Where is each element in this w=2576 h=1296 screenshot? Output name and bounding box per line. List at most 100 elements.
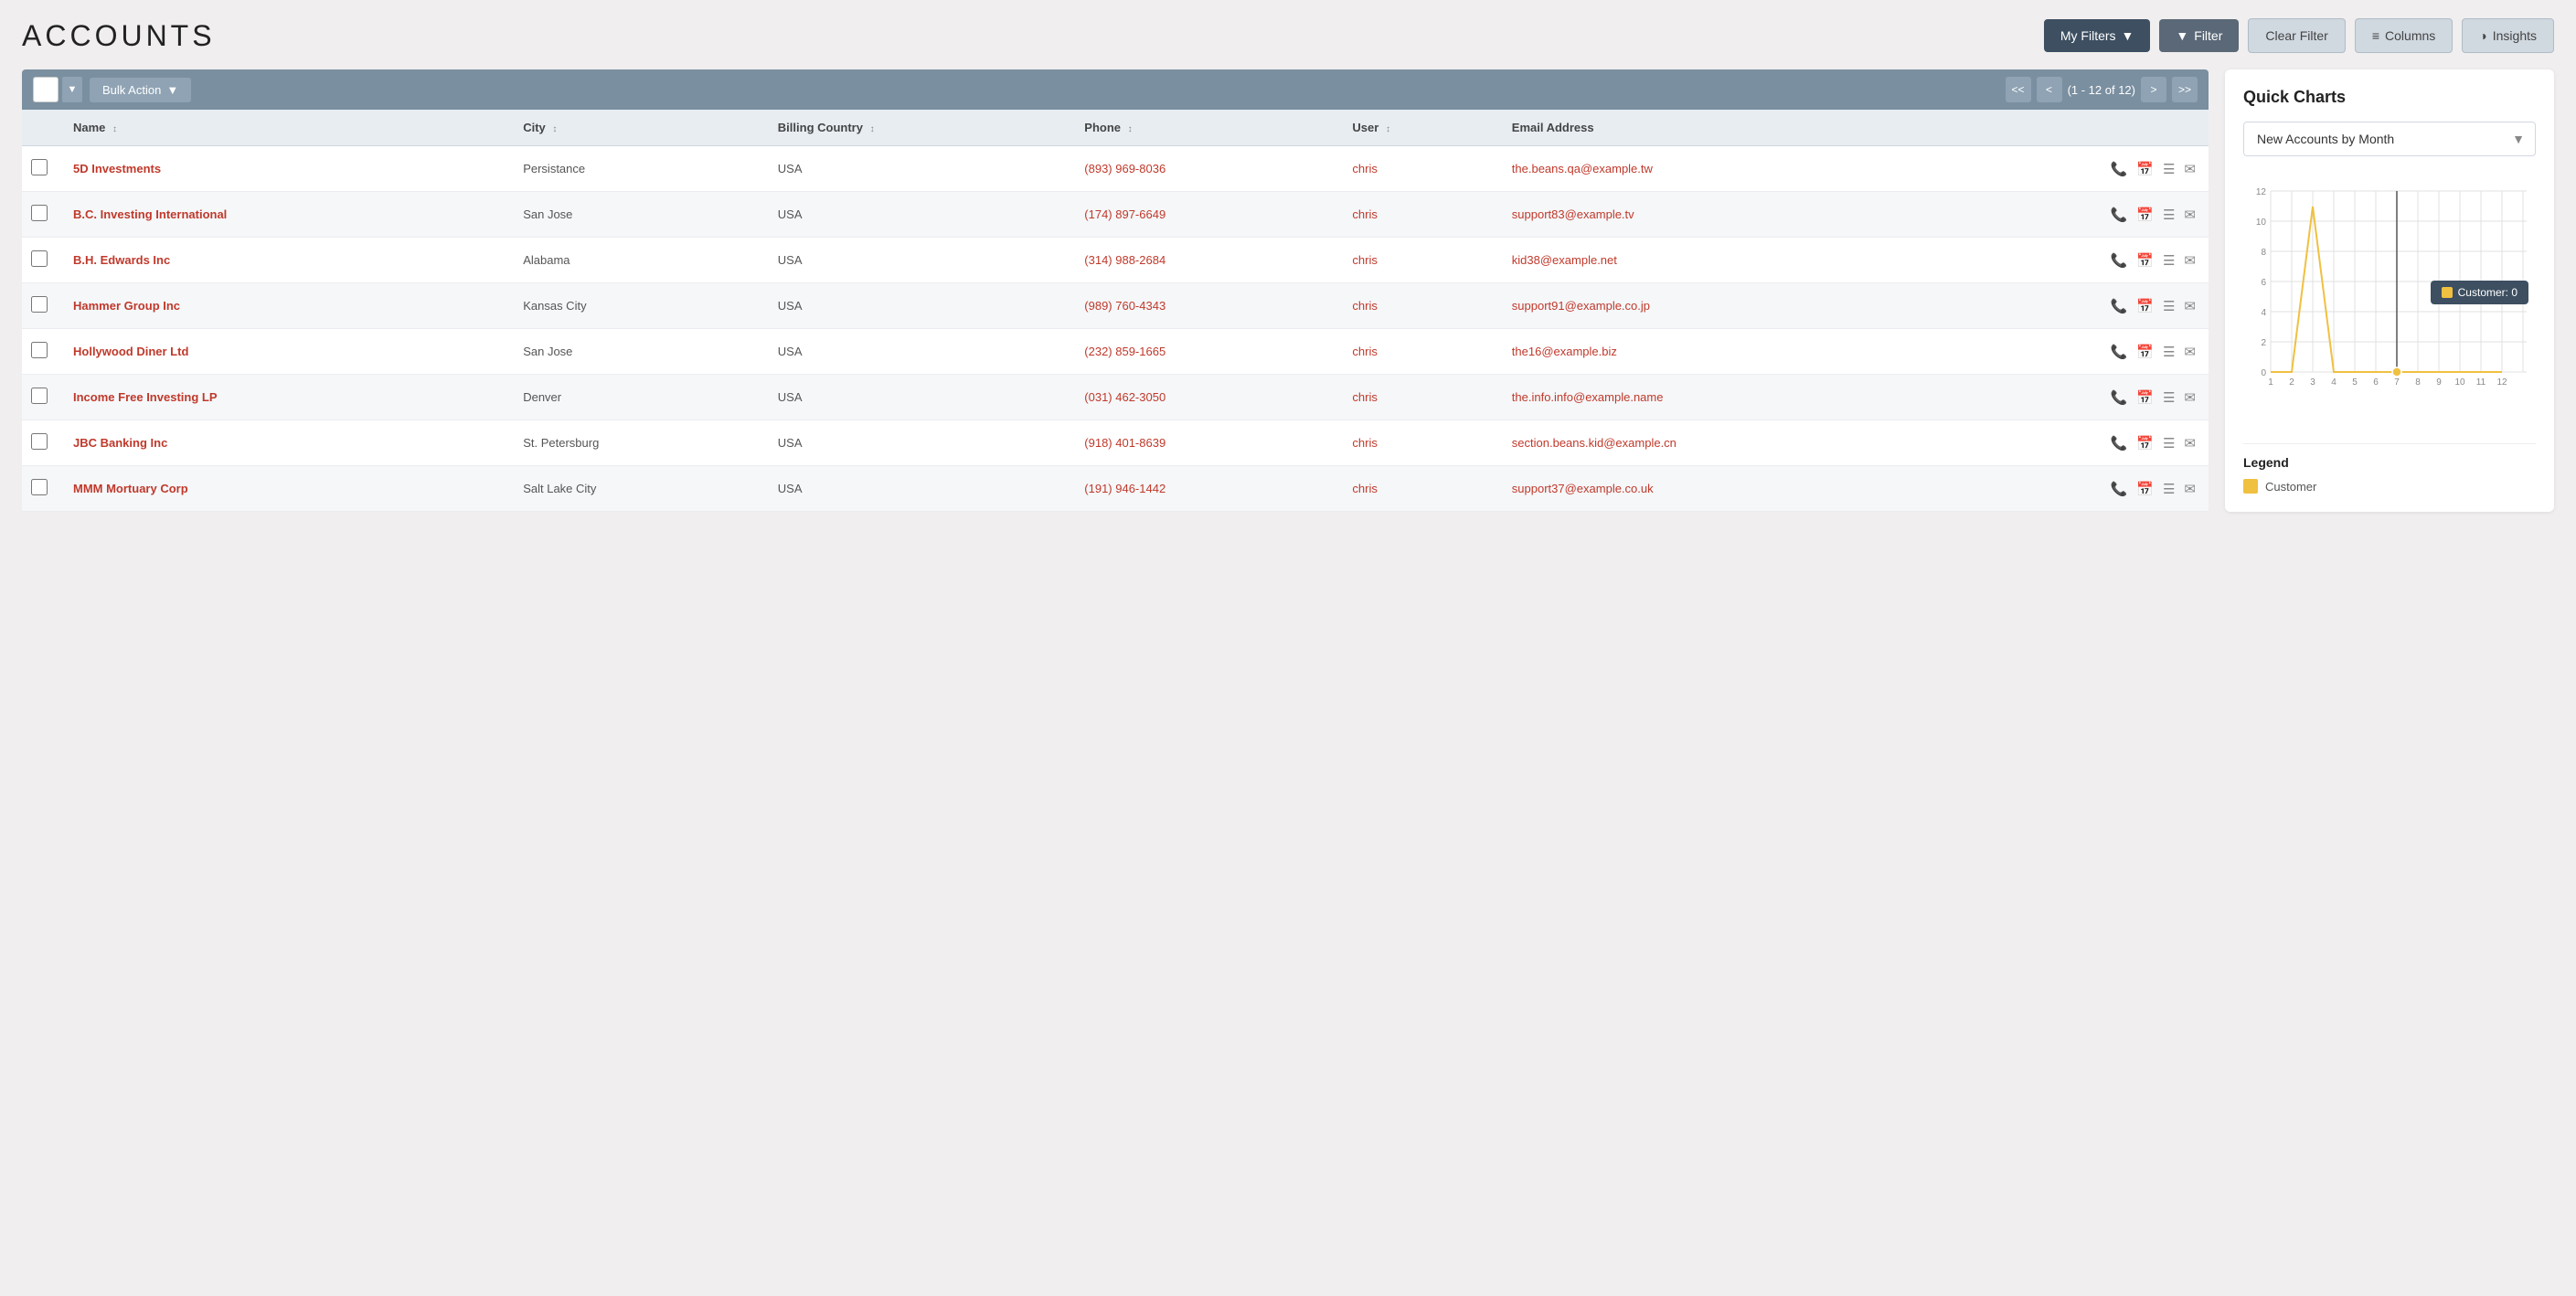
email-address[interactable]: support91@example.co.jp <box>1512 299 1650 313</box>
email-address[interactable]: kid38@example.net <box>1512 253 1617 267</box>
email-action-icon[interactable]: ✉ <box>2184 435 2196 451</box>
user-link[interactable]: chris <box>1352 436 1377 450</box>
my-filters-button[interactable]: My Filters ▼ <box>2044 19 2151 52</box>
calendar-action-icon[interactable]: 📅 <box>2136 252 2154 269</box>
list-action-icon[interactable]: ☰ <box>2163 481 2175 497</box>
email-address[interactable]: the16@example.biz <box>1512 345 1617 358</box>
email-address[interactable]: section.beans.kid@example.cn <box>1512 436 1677 450</box>
phone-action-icon[interactable]: 📞 <box>2111 252 2128 269</box>
calendar-action-icon[interactable]: 📅 <box>2136 435 2154 451</box>
list-action-icon[interactable]: ☰ <box>2163 207 2175 223</box>
header-user[interactable]: User ↕ <box>1339 110 1498 146</box>
email-action-icon[interactable]: ✉ <box>2184 481 2196 497</box>
account-name-link[interactable]: MMM Mortuary Corp <box>73 482 188 495</box>
row-checkbox-4[interactable] <box>31 342 48 358</box>
user-link[interactable]: chris <box>1352 345 1377 358</box>
row-checkbox-0[interactable] <box>31 159 48 175</box>
row-phone-cell: (989) 760-4343 <box>1071 283 1339 329</box>
list-action-icon[interactable]: ☰ <box>2163 344 2175 360</box>
phone-action-icon[interactable]: 📞 <box>2111 207 2128 223</box>
phone-link[interactable]: (918) 401-8639 <box>1084 436 1166 450</box>
account-name-link[interactable]: JBC Banking Inc <box>73 436 167 450</box>
email-action-icon[interactable]: ✉ <box>2184 207 2196 223</box>
list-action-icon[interactable]: ☰ <box>2163 161 2175 177</box>
svg-text:12: 12 <box>2256 187 2267 197</box>
email-address[interactable]: support83@example.tv <box>1512 207 1634 221</box>
header-phone[interactable]: Phone ↕ <box>1071 110 1339 146</box>
row-checkbox-2[interactable] <box>31 250 48 267</box>
bulk-action-button[interactable]: Bulk Action ▼ <box>90 78 191 102</box>
calendar-action-icon[interactable]: 📅 <box>2136 161 2154 177</box>
email-address[interactable]: support37@example.co.uk <box>1512 482 1654 495</box>
email-action-icon[interactable]: ✉ <box>2184 389 2196 406</box>
last-page-button[interactable]: >> <box>2172 77 2198 102</box>
email-action-icon[interactable]: ✉ <box>2184 161 2196 177</box>
phone-action-icon[interactable]: 📞 <box>2111 389 2128 406</box>
phone-link[interactable]: (893) 969-8036 <box>1084 162 1166 175</box>
email-action-icon[interactable]: ✉ <box>2184 298 2196 314</box>
calendar-action-icon[interactable]: 📅 <box>2136 298 2154 314</box>
phone-action-icon[interactable]: 📞 <box>2111 298 2128 314</box>
row-billing-country-cell: USA <box>765 146 1071 192</box>
account-name-link[interactable]: 5D Investments <box>73 162 161 175</box>
select-all-checkbox[interactable] <box>33 77 59 102</box>
row-checkbox-1[interactable] <box>31 205 48 221</box>
list-action-icon[interactable]: ☰ <box>2163 435 2175 451</box>
calendar-action-icon[interactable]: 📅 <box>2136 207 2154 223</box>
phone-link[interactable]: (174) 897-6649 <box>1084 207 1166 221</box>
phone-action-icon[interactable]: 📞 <box>2111 481 2128 497</box>
phone-link[interactable]: (989) 760-4343 <box>1084 299 1166 313</box>
phone-action-icon[interactable]: 📞 <box>2111 435 2128 451</box>
calendar-action-icon[interactable]: 📅 <box>2136 481 2154 497</box>
row-user-cell: chris <box>1339 375 1498 420</box>
phone-link[interactable]: (314) 988-2684 <box>1084 253 1166 267</box>
account-name-link[interactable]: B.C. Investing International <box>73 207 227 221</box>
list-action-icon[interactable]: ☰ <box>2163 389 2175 406</box>
calendar-action-icon[interactable]: 📅 <box>2136 389 2154 406</box>
phone-action-icon[interactable]: 📞 <box>2111 344 2128 360</box>
phone-link[interactable]: (191) 946-1442 <box>1084 482 1166 495</box>
account-name-link[interactable]: B.H. Edwards Inc <box>73 253 170 267</box>
chart-type-select[interactable]: New Accounts by Month <box>2243 122 2536 156</box>
next-page-button[interactable]: > <box>2141 77 2166 102</box>
user-link[interactable]: chris <box>1352 299 1377 313</box>
account-name-link[interactable]: Hollywood Diner Ltd <box>73 345 188 358</box>
email-address[interactable]: the.beans.qa@example.tw <box>1512 162 1653 175</box>
row-checkbox-5[interactable] <box>31 388 48 404</box>
row-checkbox-6[interactable] <box>31 433 48 450</box>
header-city[interactable]: City ↕ <box>510 110 765 146</box>
prev-page-button[interactable]: < <box>2037 77 2062 102</box>
account-name-link[interactable]: Hammer Group Inc <box>73 299 180 313</box>
header-billing-country[interactable]: Billing Country ↕ <box>765 110 1071 146</box>
phone-link[interactable]: (232) 859-1665 <box>1084 345 1166 358</box>
account-name-link[interactable]: Income Free Investing LP <box>73 390 218 404</box>
table-header-row: Name ↕ City ↕ Billing Country ↕ Phone <box>22 110 2209 146</box>
legend-item-label: Customer <box>2265 480 2316 494</box>
row-checkbox-3[interactable] <box>31 296 48 313</box>
row-checkbox-7[interactable] <box>31 479 48 495</box>
row-phone-cell: (232) 859-1665 <box>1071 329 1339 375</box>
user-link[interactable]: chris <box>1352 390 1377 404</box>
phone-action-icon[interactable]: 📞 <box>2111 161 2128 177</box>
svg-text:10: 10 <box>2256 218 2267 228</box>
email-action-icon[interactable]: ✉ <box>2184 252 2196 269</box>
insights-button[interactable]: ◑ Insights <box>2462 18 2554 53</box>
list-action-icon[interactable]: ☰ <box>2163 298 2175 314</box>
phone-link[interactable]: (031) 462-3050 <box>1084 390 1166 404</box>
email-address[interactable]: the.info.info@example.name <box>1512 390 1664 404</box>
row-phone-cell: (893) 969-8036 <box>1071 146 1339 192</box>
first-page-button[interactable]: << <box>2006 77 2031 102</box>
user-link[interactable]: chris <box>1352 482 1377 495</box>
email-action-icon[interactable]: ✉ <box>2184 344 2196 360</box>
calendar-action-icon[interactable]: 📅 <box>2136 344 2154 360</box>
bulk-action-chevron[interactable]: ▼ <box>62 77 82 102</box>
user-link[interactable]: chris <box>1352 162 1377 175</box>
svg-text:1: 1 <box>2268 377 2273 388</box>
header-name[interactable]: Name ↕ <box>60 110 510 146</box>
user-link[interactable]: chris <box>1352 207 1377 221</box>
list-action-icon[interactable]: ☰ <box>2163 252 2175 269</box>
user-link[interactable]: chris <box>1352 253 1377 267</box>
filter-button[interactable]: ▼ Filter <box>2159 19 2239 52</box>
clear-filter-button[interactable]: Clear Filter <box>2248 18 2345 53</box>
columns-button[interactable]: ≡ Columns <box>2355 18 2453 53</box>
